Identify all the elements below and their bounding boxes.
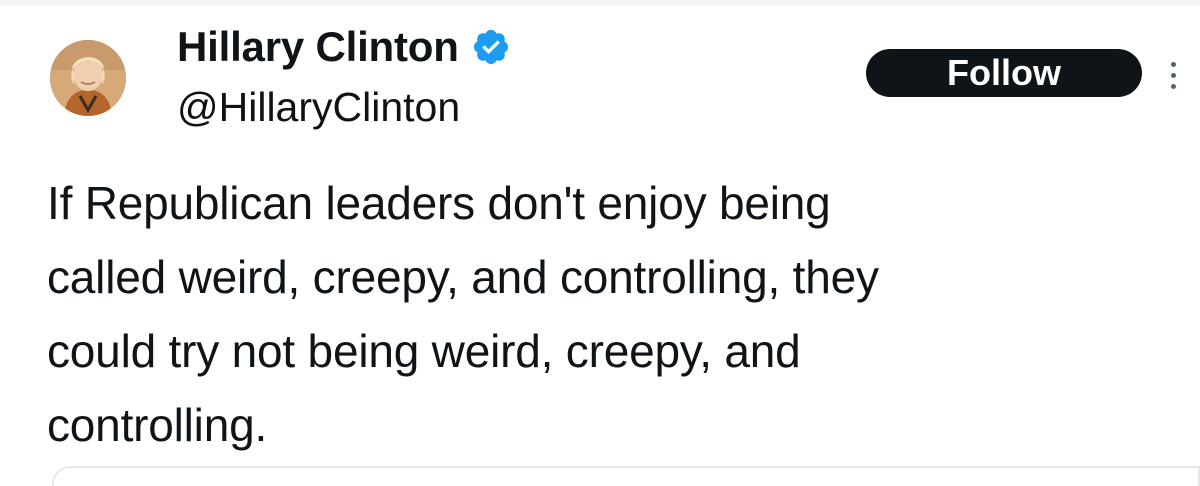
embedded-card-edge [52, 466, 1200, 486]
tweet-text-line: called weird, creepy, and controlling, t… [47, 251, 879, 303]
tweet-text-line: could try not being weird, creepy, and [47, 325, 801, 377]
avatar-photo [50, 40, 126, 116]
author-handle[interactable]: @HillaryClinton [177, 82, 460, 132]
avatar[interactable] [50, 40, 126, 116]
top-divider [0, 0, 1200, 6]
author-name-row: Hillary Clinton [177, 22, 511, 72]
tweet-text-line: If Republican leaders don't enjoy being [47, 177, 831, 229]
tweet-text: If Republican leaders don't enjoy being … [47, 166, 1177, 462]
follow-button[interactable]: Follow [866, 49, 1142, 97]
author-display-name[interactable]: Hillary Clinton [177, 22, 459, 72]
tweet-text-line: controlling. [47, 399, 268, 451]
more-options-icon[interactable] [1166, 62, 1180, 94]
verified-badge-icon [471, 27, 511, 67]
